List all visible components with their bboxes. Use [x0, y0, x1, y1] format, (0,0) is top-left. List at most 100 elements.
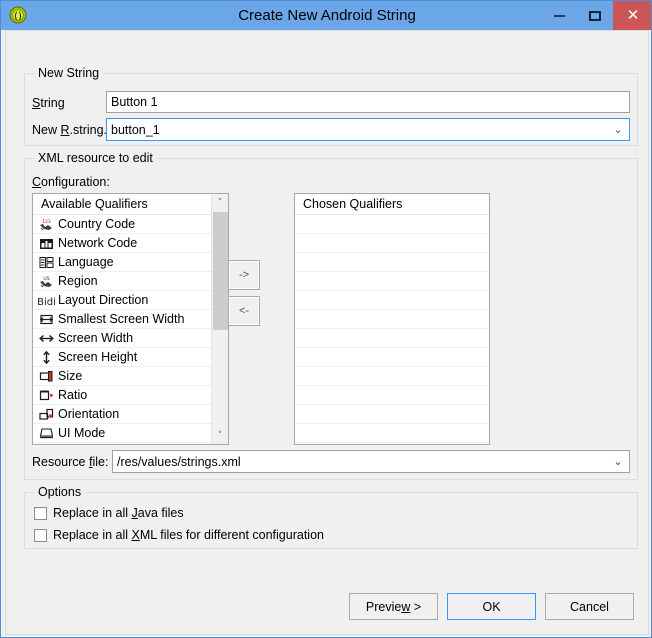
new-string-group-legend: New String [34, 66, 104, 80]
replace-java-checkbox-row[interactable]: Replace in all Java files [34, 506, 184, 520]
preview-button[interactable]: Preview > [349, 593, 438, 620]
list-item-label: Layout Direction [58, 292, 149, 307]
close-button[interactable]: ✕ [613, 1, 651, 30]
layout-direction-icon: Bidi [38, 293, 55, 308]
configuration-label: Configuration: [32, 175, 110, 189]
svg-text:Bidi: Bidi [38, 297, 55, 307]
move-right-label: -> [238, 269, 250, 281]
list-item[interactable]: Size [33, 367, 211, 386]
move-left-button[interactable]: <- [228, 296, 260, 326]
list-item-empty[interactable] [295, 215, 489, 234]
options-group-legend: Options [34, 485, 86, 499]
list-item-label: Size [58, 368, 83, 383]
move-left-label: <- [238, 305, 250, 317]
scroll-down-icon[interactable]: ˅ [212, 427, 228, 444]
list-item[interactable]: US Region [33, 272, 211, 291]
list-item[interactable]: Network Code [33, 234, 211, 253]
list-item-label: UI Mode [58, 425, 106, 440]
ui-mode-icon [38, 426, 55, 441]
replace-xml-checkbox-row[interactable]: Replace in all XML files for different c… [34, 528, 324, 542]
list-item-label: Smallest Screen Width [58, 311, 185, 326]
list-item[interactable]: Screen Height [33, 348, 211, 367]
replace-xml-checkbox[interactable] [34, 528, 47, 542]
list-item-label: Ratio [58, 387, 88, 402]
cancel-label: Cancel [570, 599, 609, 614]
title-bar[interactable]: () Create New Android String ✕ [1, 1, 651, 30]
create-new-android-string-dialog: () Create New Android String ✕ New Strin… [0, 0, 652, 638]
list-item-empty[interactable] [295, 348, 489, 367]
list-item-empty[interactable] [295, 443, 489, 444]
language-icon [38, 255, 55, 270]
chosen-qualifiers-list[interactable]: Chosen Qualifiers [294, 193, 490, 445]
xml-resource-group-legend: XML resource to edit [34, 151, 157, 165]
svg-text:(): () [14, 11, 22, 22]
region-icon: US [38, 274, 55, 289]
list-item[interactable]: Ratio [33, 386, 211, 405]
move-right-button[interactable]: -> [228, 260, 260, 290]
rstring-label: New R.string. [32, 123, 108, 137]
available-qualifiers-list[interactable]: Available Qualifiers 123 Country Code Netw… [32, 193, 229, 445]
list-item[interactable]: Smallest Screen Width [33, 310, 211, 329]
svg-text:US: US [43, 276, 49, 282]
screen-width-icon [38, 331, 55, 346]
android-string-resource-icon: () [9, 6, 27, 24]
network-code-icon [38, 236, 55, 251]
list-item-empty[interactable] [295, 405, 489, 424]
ok-label: OK [482, 599, 501, 614]
preview-label: Preview > [365, 599, 422, 614]
chosen-qualifiers-rows: Chosen Qualifiers [295, 194, 489, 444]
list-item[interactable]: UI Mode [33, 424, 211, 443]
screen-height-icon [38, 350, 55, 365]
size-icon [38, 369, 55, 384]
resource-file-label: Resource file: [32, 455, 109, 469]
smallest-screen-width-icon [38, 312, 55, 327]
list-item-empty[interactable] [295, 329, 489, 348]
ok-button[interactable]: OK [447, 593, 536, 620]
ratio-icon [38, 388, 55, 403]
list-item-empty[interactable] [295, 424, 489, 443]
chevron-down-icon: ⌄ [613, 123, 623, 136]
string-input[interactable]: Button 1 [106, 91, 630, 113]
chevron-down-icon: ⌄ [613, 455, 623, 468]
orientation-icon [38, 407, 55, 422]
list-item-empty[interactable] [295, 253, 489, 272]
string-label: String [32, 96, 65, 110]
string-input-value: Button 1 [111, 95, 158, 109]
list-item-empty[interactable] [295, 386, 489, 405]
available-qualifiers-scrollbar[interactable]: ˄ ˅ [211, 194, 228, 444]
list-item-label: Network Code [58, 235, 138, 250]
list-item-label: Screen Width [58, 330, 134, 345]
country-code-icon: 123 [38, 217, 55, 232]
replace-java-label: Replace in all Java files [53, 506, 184, 520]
list-item-label: Country Code [58, 216, 136, 231]
list-item-empty[interactable] [295, 310, 489, 329]
list-item[interactable]: Orientation [33, 405, 211, 424]
minimize-icon [553, 14, 565, 17]
list-item-empty[interactable] [295, 291, 489, 310]
list-item-label: Orientation [58, 406, 120, 421]
rstring-combobox[interactable]: button_1 ⌄ [106, 118, 630, 141]
close-icon: ✕ [626, 6, 640, 24]
resource-file-value: /res/values/strings.xml [117, 454, 241, 469]
list-item-empty[interactable] [295, 272, 489, 291]
list-item-label: Screen Height [58, 349, 138, 364]
scroll-up-icon[interactable]: ˄ [212, 194, 228, 211]
svg-text:123: 123 [42, 219, 51, 225]
dialog-body: New String String Button 1 New R.string.… [5, 30, 649, 635]
list-item[interactable]: Bidi Layout Direction [33, 291, 211, 310]
list-item-label: Region [58, 273, 98, 288]
cancel-button[interactable]: Cancel [545, 593, 634, 620]
rstring-combobox-value: button_1 [111, 122, 160, 137]
resource-file-combobox[interactable]: /res/values/strings.xml ⌄ [112, 450, 630, 473]
list-item-empty[interactable] [295, 367, 489, 386]
list-item[interactable]: Language [33, 253, 211, 272]
minimize-button[interactable] [541, 1, 577, 30]
list-item[interactable]: 123 Country Code [33, 215, 211, 234]
maximize-icon [589, 10, 601, 21]
replace-java-checkbox[interactable] [34, 506, 47, 520]
list-item-label: Language [58, 254, 114, 269]
scrollbar-thumb[interactable] [213, 212, 228, 330]
maximize-button[interactable] [577, 1, 613, 30]
list-item[interactable]: Screen Width [33, 329, 211, 348]
list-item-empty[interactable] [295, 234, 489, 253]
